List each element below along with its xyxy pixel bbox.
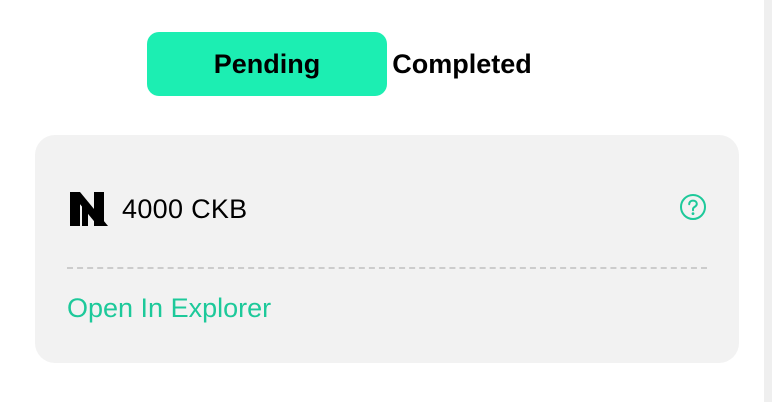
transaction-card: 4000 CKB Open In Explorer <box>35 135 739 363</box>
nervos-logo-icon <box>70 192 108 226</box>
dashed-divider <box>67 267 707 269</box>
open-in-explorer-link[interactable]: Open In Explorer <box>67 293 271 324</box>
tab-pending-label: Pending <box>213 48 321 79</box>
scrollbar-track <box>764 0 772 402</box>
question-circle-icon[interactable] <box>679 193 707 221</box>
asset-row: 4000 CKB <box>70 189 247 229</box>
tab-completed-label: Completed <box>392 48 532 79</box>
tab-completed[interactable]: Completed <box>342 32 582 96</box>
status-tabs: Pending Completed <box>147 32 627 96</box>
transaction-amount: 4000 CKB <box>122 193 248 224</box>
transaction-history-panel: Pending Completed 4000 CKB Open In Explo… <box>0 0 772 402</box>
